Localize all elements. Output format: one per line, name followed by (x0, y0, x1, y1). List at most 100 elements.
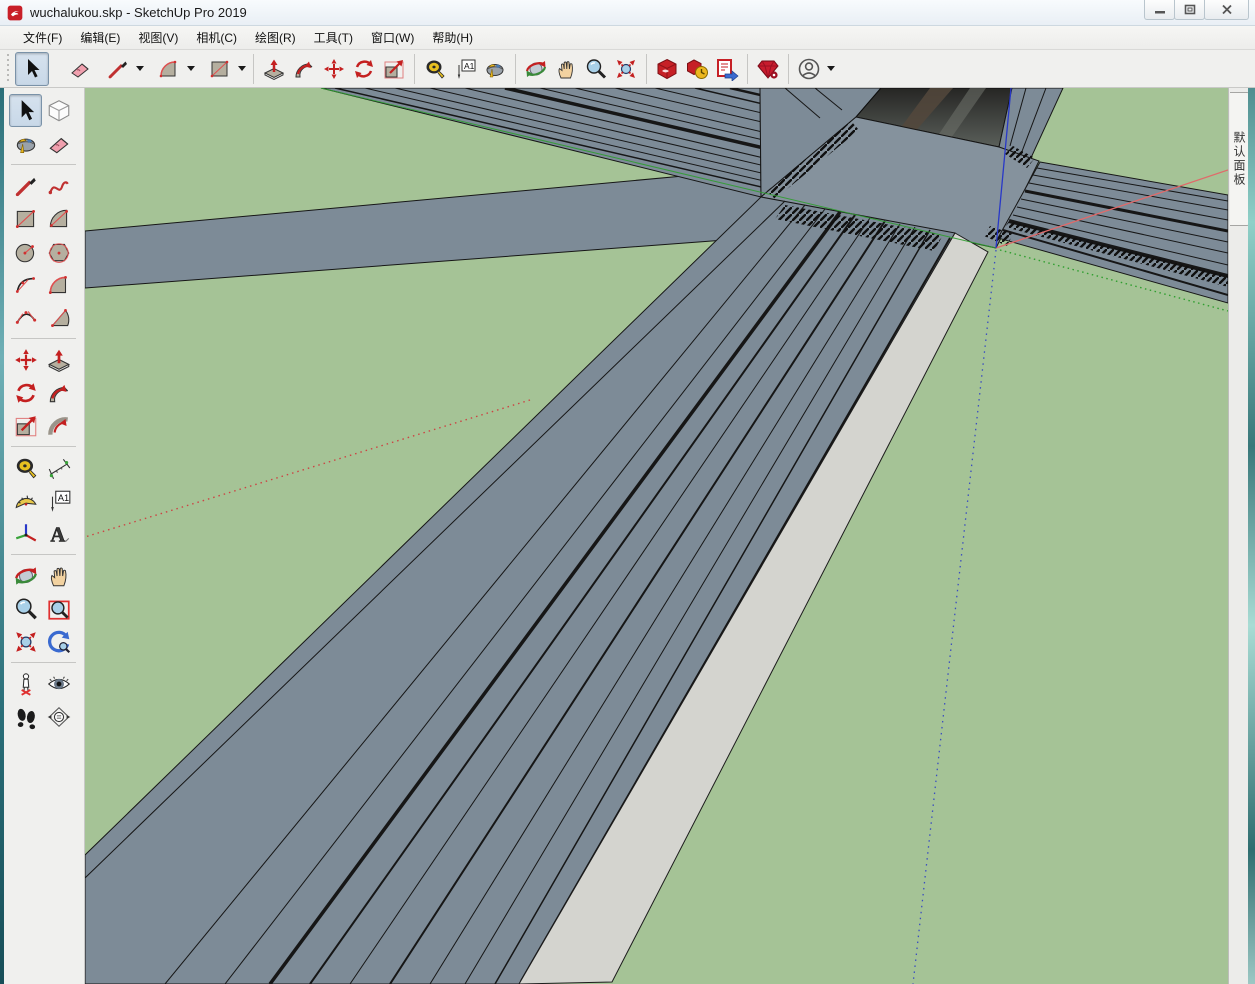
zoom-icon (584, 57, 608, 81)
orbit-icon (524, 57, 548, 81)
tape-measure-tool-button[interactable] (420, 54, 450, 84)
menu-edit[interactable]: 编辑(E) (71, 26, 129, 49)
line-tool-button[interactable] (103, 54, 133, 84)
close-button[interactable] (1204, 0, 1249, 20)
dimension-tool-button[interactable] (42, 451, 75, 484)
user-account-dropdown[interactable] (824, 54, 837, 84)
rectangle-icon (208, 57, 232, 81)
position-camera-button[interactable] (9, 667, 42, 700)
zoom-extents-button[interactable] (611, 54, 641, 84)
section-plane-button[interactable] (42, 700, 75, 733)
circle-tool-button[interactable] (9, 235, 42, 268)
user-account-button[interactable] (794, 54, 824, 84)
eraser-tool-button[interactable] (42, 127, 75, 160)
pan-icon (554, 57, 578, 81)
move-tool-button[interactable] (319, 54, 349, 84)
share-model-icon (685, 57, 709, 81)
follow-me-tool-button[interactable] (42, 376, 75, 409)
menu-draw[interactable]: 绘图(R) (246, 26, 305, 49)
scale-tool-button[interactable] (9, 409, 42, 442)
freehand-tool-button[interactable] (42, 169, 75, 202)
rectangle-tool-button[interactable] (9, 202, 42, 235)
rectangle-icon (13, 206, 39, 232)
two-point-arc-tool-button[interactable] (42, 268, 75, 301)
zoom-window-icon (46, 596, 72, 622)
pan-tool-button[interactable] (551, 54, 581, 84)
rectangle-tool-dropdown[interactable] (235, 54, 248, 84)
menu-window[interactable]: 窗口(W) (362, 26, 423, 49)
two-point-arc-icon (157, 57, 181, 81)
push-pull-tool-button[interactable] (42, 343, 75, 376)
three-point-arc-tool-button[interactable] (9, 301, 42, 334)
axes-tool-button[interactable] (9, 517, 42, 550)
select-tool-button[interactable] (9, 94, 42, 127)
text-tool-button[interactable] (450, 54, 480, 84)
dimension-icon (46, 455, 72, 481)
select-icon (20, 57, 44, 81)
tool-separator (11, 446, 76, 447)
paint-bucket-tool-button[interactable] (9, 127, 42, 160)
rectangle-tool-button[interactable] (205, 54, 235, 84)
rotate-tool-button[interactable] (9, 376, 42, 409)
text-tool-button[interactable] (42, 484, 75, 517)
rotate-tool-button[interactable] (349, 54, 379, 84)
previous-view-icon (46, 629, 72, 655)
pan-icon (46, 563, 72, 589)
line-tool-button[interactable] (9, 169, 42, 202)
three-d-text-tool-button[interactable] (42, 517, 75, 550)
tape-measure-tool-button[interactable] (9, 451, 42, 484)
chevron-down-icon (136, 66, 144, 71)
pie-tool-button[interactable] (42, 301, 75, 334)
previous-view-button[interactable] (42, 625, 75, 658)
zoom-window-tool-button[interactable] (42, 592, 75, 625)
title-bar[interactable]: wuchalukou.skp - SketchUp Pro 2019 (0, 0, 1255, 26)
arc-tool-button[interactable] (154, 54, 184, 84)
protractor-tool-button[interactable] (9, 484, 42, 517)
menu-tools[interactable]: 工具(T) (305, 26, 362, 49)
pan-tool-button[interactable] (42, 559, 75, 592)
toolbar-grip[interactable] (6, 54, 11, 84)
walk-tool-button[interactable] (9, 700, 42, 733)
move-icon (13, 347, 39, 373)
arc-tool-dropdown[interactable] (184, 54, 197, 84)
zoom-tool-button[interactable] (9, 592, 42, 625)
make-component-button[interactable] (42, 94, 75, 127)
menu-camera[interactable]: 相机(C) (187, 26, 246, 49)
select-tool-button[interactable] (15, 52, 49, 86)
toolbar-separator (253, 54, 254, 84)
eraser-tool-button[interactable] (65, 54, 95, 84)
toolbar-separator (646, 54, 647, 84)
share-model-button[interactable] (682, 54, 712, 84)
line-tool-dropdown[interactable] (133, 54, 146, 84)
restore-button[interactable] (1174, 0, 1205, 20)
circle-icon (13, 239, 39, 265)
menu-help[interactable]: 帮助(H) (423, 26, 482, 49)
look-around-icon (46, 671, 72, 697)
eraser-icon (46, 131, 72, 157)
zoom-extents-button[interactable] (9, 625, 42, 658)
zoom-tool-button[interactable] (581, 54, 611, 84)
menu-file[interactable]: 文件(F) (14, 26, 71, 49)
menu-view[interactable]: 视图(V) (129, 26, 187, 49)
scale-tool-button[interactable] (379, 54, 409, 84)
model-viewport[interactable]: @Wefans (85, 88, 1228, 984)
send-to-layout-button[interactable] (712, 54, 742, 84)
warehouse-3d-button[interactable] (652, 54, 682, 84)
default-tray-tab[interactable]: 默认面板 (1230, 92, 1250, 226)
minimize-button[interactable] (1144, 0, 1175, 20)
polygon-tool-button[interactable] (42, 235, 75, 268)
tool-separator (11, 338, 76, 339)
follow-me-tool-button[interactable] (289, 54, 319, 84)
offset-tool-button[interactable] (42, 409, 75, 442)
extension-warehouse-button[interactable] (753, 54, 783, 84)
push-pull-tool-button[interactable] (259, 54, 289, 84)
arc-tool-button[interactable] (9, 268, 42, 301)
send-to-layout-icon (715, 57, 739, 81)
paint-bucket-tool-button[interactable] (480, 54, 510, 84)
look-around-button[interactable] (42, 667, 75, 700)
orbit-tool-button[interactable] (521, 54, 551, 84)
walk-icon (13, 704, 39, 730)
move-tool-button[interactable] (9, 343, 42, 376)
orbit-tool-button[interactable] (9, 559, 42, 592)
rotated-rectangle-tool-button[interactable] (42, 202, 75, 235)
